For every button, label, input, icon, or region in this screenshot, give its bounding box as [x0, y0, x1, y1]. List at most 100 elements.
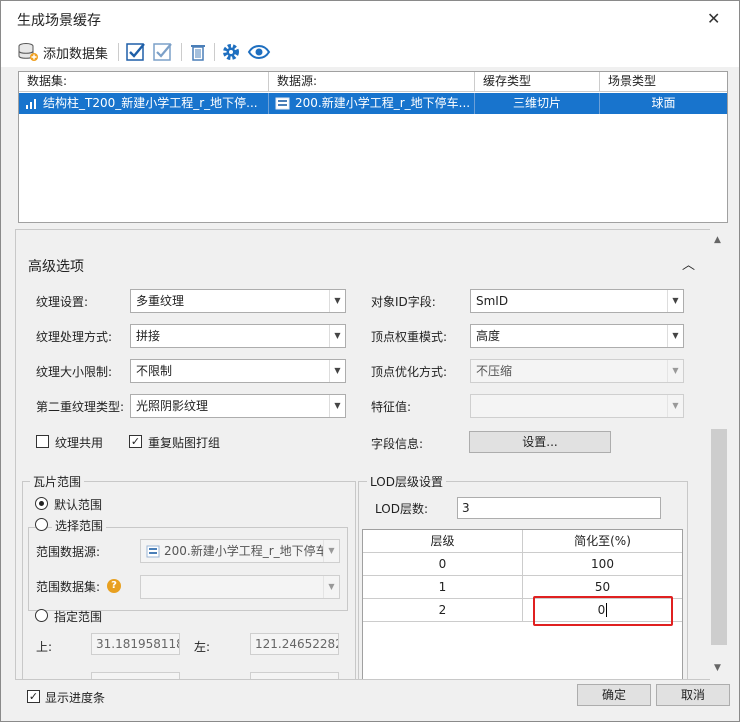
repack-checkbox[interactable]: ✓: [129, 435, 142, 448]
top-value-input[interactable]: 31.181958118658: [91, 633, 180, 655]
tile-range-title: 瓦片范围: [30, 473, 85, 490]
range-datasource-label: 范围数据源:: [36, 545, 101, 559]
advanced-options-panel: 高级选项 ︿ 纹理设置: 多重纹理 ▼ 纹理处理方式: 拼接 ▼ 纹理大小限制:…: [15, 229, 711, 680]
lod-title: LOD层级设置: [367, 473, 446, 490]
dataset-stack-icon: [18, 43, 38, 61]
settings-toolbar-button[interactable]: [221, 41, 241, 63]
object-id-label: 对象ID字段:: [371, 295, 436, 309]
dialog-footer: ✓ 显示进度条 确定 取消: [1, 681, 739, 721]
check-all-icon: [126, 43, 145, 61]
feature-select[interactable]: ▼: [470, 394, 684, 418]
range-datasource-content: 200.新建小学工程_r_地下停车场: [146, 540, 340, 562]
scroll-down-icon[interactable]: ▼: [714, 663, 721, 673]
dataset-name: 结构柱_T200_新建小学工程_r_地下停...: [43, 96, 258, 110]
feature-label: 特征值:: [371, 400, 412, 414]
texture-share-checkbox[interactable]: [36, 435, 49, 448]
column-header-cache-type[interactable]: 缓存类型: [475, 72, 600, 92]
texture-size-label: 纹理大小限制:: [36, 365, 113, 379]
select-range-radio[interactable]: [35, 518, 48, 531]
lod-header-level[interactable]: 层级: [363, 530, 523, 552]
chevron-down-icon: ▼: [329, 395, 345, 417]
generate-scene-cache-dialog: 生成场景缓存 ✕ 添加数据集 数据集: 数据源: 缓存类型 场景类型 结构柱_T…: [0, 0, 740, 722]
field-settings-button[interactable]: 设置...: [469, 431, 611, 453]
preview-button[interactable]: [247, 41, 271, 63]
cell-datasource: 200.新建小学工程_r_地下停车...: [269, 93, 475, 114]
advanced-options-title: 高级选项: [28, 259, 84, 275]
lod-simplify-cell[interactable]: 100: [523, 553, 682, 575]
show-progress-label: 显示进度条: [45, 691, 106, 705]
column-header-scene-type[interactable]: 场景类型: [600, 72, 727, 92]
chevron-down-icon: ▼: [323, 576, 339, 598]
table-row[interactable]: 结构柱_T200_新建小学工程_r_地下停... 200.新建小学工程_r_地下…: [19, 93, 727, 114]
texture-size-select[interactable]: 不限制 ▼: [130, 359, 346, 383]
repack-label: 重复贴图打组: [148, 436, 221, 450]
lod-level-cell: 0: [363, 553, 523, 575]
object-id-value: SmID: [476, 294, 509, 308]
add-dataset-button[interactable]: 添加数据集: [17, 41, 108, 63]
bottom-value-input[interactable]: [91, 672, 180, 679]
delete-icon: [191, 45, 205, 61]
lod-header-row: 层级 简化至(%): [363, 530, 682, 553]
range-dataset-select[interactable]: ▼: [140, 575, 340, 599]
title-bar: 生成场景缓存 ✕: [1, 1, 739, 37]
cancel-button[interactable]: 取消: [656, 684, 730, 706]
texture-setting-select[interactable]: 多重纹理 ▼: [130, 289, 346, 313]
lod-header-simplify[interactable]: 简化至(%): [523, 530, 682, 552]
toolbar: 添加数据集: [1, 37, 739, 67]
left-label: 左:: [194, 640, 211, 654]
vertex-weight-label: 顶点权重模式:: [371, 330, 448, 344]
specified-range-radio[interactable]: [35, 609, 48, 622]
range-dataset-label: 范围数据集:: [36, 580, 101, 594]
object-id-select[interactable]: SmID ▼: [470, 289, 684, 313]
highlight-box: [533, 596, 673, 626]
ok-button[interactable]: 确定: [577, 684, 651, 706]
top-label: 上:: [36, 640, 53, 654]
chevron-down-icon: ▼: [667, 395, 683, 417]
eye-icon: [247, 45, 271, 59]
collapse-chevron-icon[interactable]: ︿: [682, 254, 695, 273]
dataset-grid: 数据集: 数据源: 缓存类型 场景类型 结构柱_T200_新建小学工程_r_地下…: [18, 71, 728, 223]
texture-process-select[interactable]: 拼接 ▼: [130, 324, 346, 348]
vertex-weight-select[interactable]: 高度 ▼: [470, 324, 684, 348]
datasource-icon: [146, 545, 160, 557]
datasource-name: 200.新建小学工程_r_地下停车...: [295, 96, 471, 110]
lod-count-input[interactable]: 3: [457, 497, 661, 519]
chevron-down-icon: ▼: [667, 360, 683, 382]
second-texture-value: 光照阴影纹理: [136, 399, 209, 413]
scroll-up-icon[interactable]: ▲: [714, 235, 721, 245]
datasource-icon: [275, 97, 290, 110]
chevron-down-icon: ▼: [329, 290, 345, 312]
check-none-icon: [153, 43, 172, 61]
vertex-opt-select[interactable]: 不压缩 ▼: [470, 359, 684, 383]
texture-process-value: 拼接: [136, 329, 161, 343]
check-all-button[interactable]: [125, 41, 147, 63]
lod-level-cell: 2: [363, 599, 523, 621]
toolbar-separator: [181, 43, 182, 61]
add-dataset-label: 添加数据集: [43, 46, 109, 62]
right-value-input[interactable]: [250, 672, 339, 679]
close-icon[interactable]: ✕: [707, 9, 720, 28]
lod-simplify-cell[interactable]: 50: [523, 576, 682, 598]
toolbar-separator: [214, 43, 215, 61]
lod-count-label: LOD层数:: [375, 502, 428, 516]
check-none-button[interactable]: [152, 41, 174, 63]
chevron-down-icon: ▼: [329, 360, 345, 382]
range-datasource-select[interactable]: 200.新建小学工程_r_地下停车场 ▼: [140, 539, 340, 563]
cell-scene-type: 球面: [651, 96, 676, 110]
default-range-radio[interactable]: [35, 497, 48, 510]
grid-header: 数据集: 数据源: 缓存类型 场景类型: [19, 72, 727, 92]
delete-button[interactable]: [188, 41, 208, 63]
column-header-datasource[interactable]: 数据源:: [269, 72, 475, 92]
show-progress-checkbox[interactable]: ✓: [27, 690, 40, 703]
column-header-dataset[interactable]: 数据集:: [19, 72, 269, 92]
vertex-opt-value: 不压缩: [476, 364, 513, 378]
second-texture-select[interactable]: 光照阴影纹理 ▼: [130, 394, 346, 418]
cell-cache-type: 三维切片: [475, 93, 600, 114]
scroll-thumb[interactable]: [711, 429, 727, 645]
range-datasource-value: 200.新建小学工程_r_地下停车场: [164, 544, 340, 558]
panel-scrollbar[interactable]: ▲ ▼: [710, 229, 728, 680]
left-value-input[interactable]: 121.24652282929: [250, 633, 339, 655]
field-info-label: 字段信息:: [371, 437, 424, 451]
help-icon[interactable]: ?: [107, 579, 121, 593]
table-row[interactable]: 0 100: [363, 553, 682, 576]
